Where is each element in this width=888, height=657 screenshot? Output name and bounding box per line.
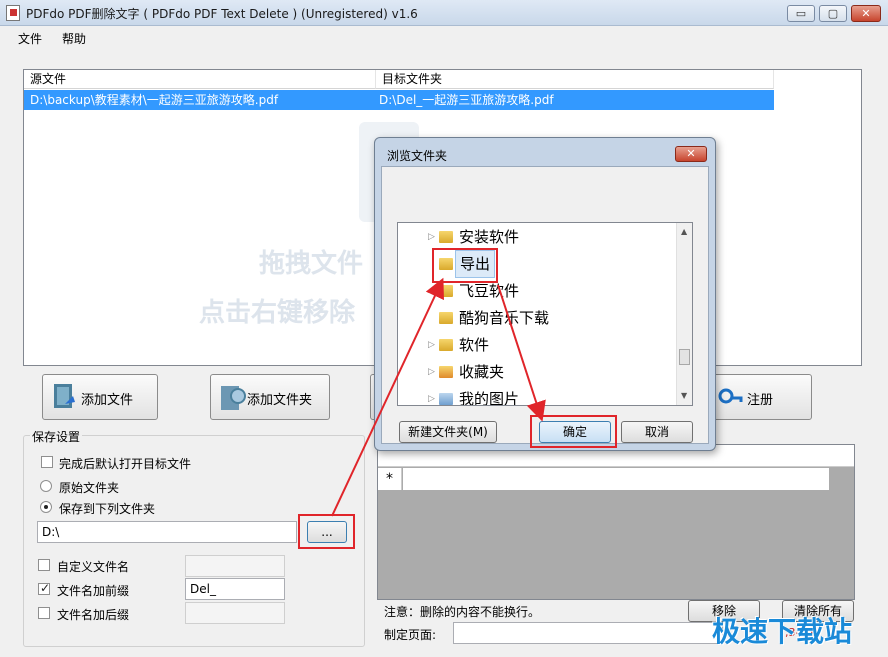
arrow-export-to-ok <box>497 284 546 422</box>
arrow-browse-to-export <box>331 277 444 517</box>
annotation-arrows <box>331 277 546 517</box>
